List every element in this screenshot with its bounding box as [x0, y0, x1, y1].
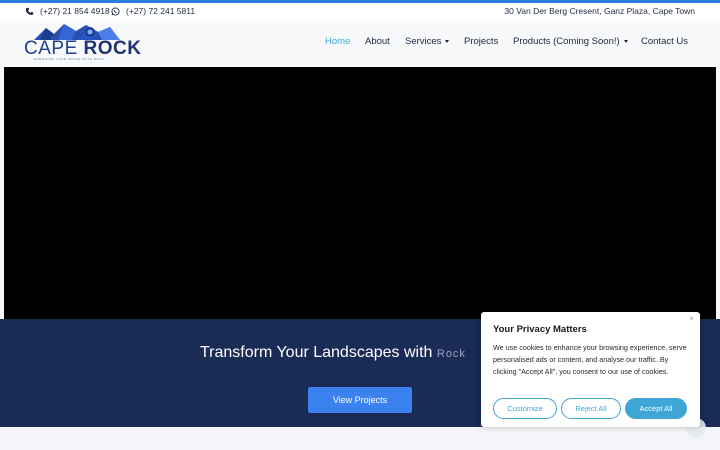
phone-icon	[25, 7, 34, 15]
whatsapp-icon	[111, 6, 120, 16]
logo-tagline: ENERGIZE YOUR SPACE WITH ROCK	[34, 57, 105, 61]
phone-contact[interactable]: (+27) 21 854 4918	[25, 6, 110, 16]
nav-contact[interactable]: Contact Us	[641, 34, 688, 48]
chevron-down-icon	[445, 40, 450, 43]
whatsapp-contact[interactable]: (+27) 72 241 5811	[111, 6, 195, 16]
phone-number: (+27) 21 854 4918	[40, 6, 110, 16]
accept-all-button[interactable]: Accept All	[625, 398, 687, 419]
banner-title-animated-word: Rock	[436, 348, 466, 360]
contact-topbar: (+27) 21 854 4918 (+27) 72 241 5811 30 V…	[0, 3, 720, 20]
banner-title: Transform Your Landscapes with Rock	[200, 344, 466, 361]
hero-video[interactable]	[4, 67, 716, 319]
address-text: 30 Van Der Berg Cresent, Ganz Plaza, Cap…	[504, 6, 695, 16]
customize-button[interactable]: Customize	[493, 398, 557, 419]
cape-rock-logo[interactable]: CAPE ROCK ENERGIZE YOUR SPACE WITH ROCK	[24, 22, 141, 61]
cookie-consent-dialog: × Your Privacy Matters We use cookies to…	[481, 312, 700, 427]
nav-home[interactable]: Home	[325, 34, 350, 48]
cookie-description: We use cookies to enhance your browsing …	[493, 343, 687, 376]
nav-about[interactable]: About	[365, 34, 390, 48]
whatsapp-number: (+27) 72 241 5811	[126, 6, 196, 16]
nav-services[interactable]: Services	[405, 34, 450, 48]
nav-products[interactable]: Products (Coming Soon!)	[513, 34, 628, 48]
reject-all-button[interactable]: Reject All	[561, 398, 621, 419]
next-section-strip	[0, 427, 720, 450]
nav-projects[interactable]: Projects	[464, 34, 498, 48]
address: 30 Van Der Berg Cresent, Ganz Plaza, Cap…	[504, 6, 695, 16]
site-header: CAPE ROCK ENERGIZE YOUR SPACE WITH ROCK …	[0, 20, 720, 67]
cookie-title: Your Privacy Matters	[493, 324, 587, 335]
chevron-down-icon	[623, 40, 628, 43]
close-icon[interactable]: ×	[689, 314, 694, 323]
view-projects-button[interactable]: View Projects	[308, 387, 412, 413]
